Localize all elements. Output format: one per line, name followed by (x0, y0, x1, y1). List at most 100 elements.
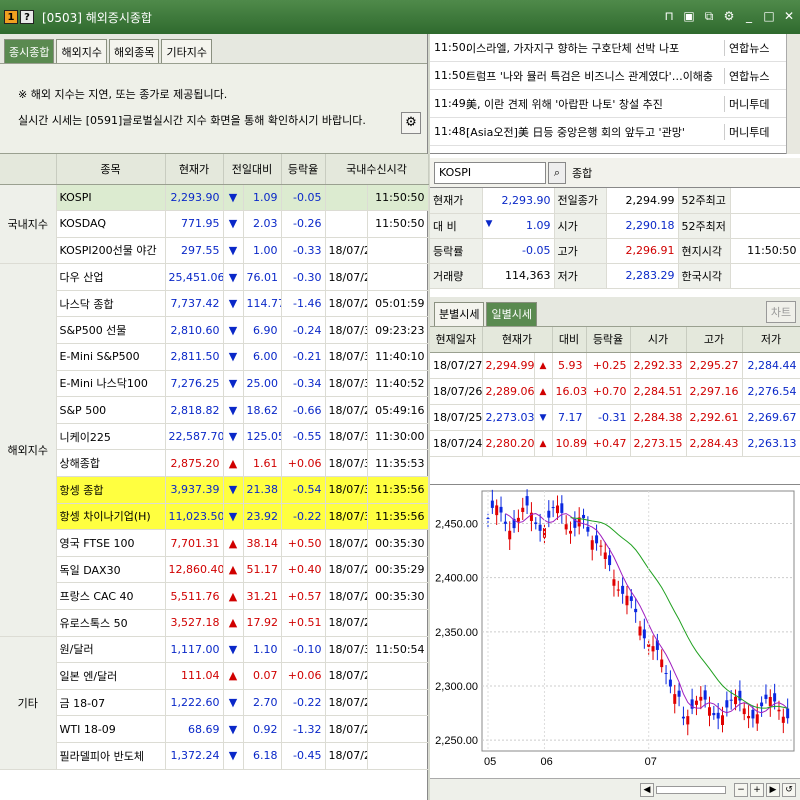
table-row[interactable]: 독일 DAX3012,860.40▲51.17+0.4018/07/2800:3… (0, 556, 429, 584)
index-name: 독일 DAX30 (56, 556, 166, 584)
notice-box: ※ 해외 지수는 지연, 또는 종가로 제공됩니다. 실시간 시세는 [0591… (0, 64, 427, 154)
table-row[interactable]: E-Mini S&P5002,811.50▼6.00-0.2118/07/301… (0, 343, 429, 371)
table-row[interactable]: 기타원/달러1,117.00▼1.10-0.1018/07/3011:50:54 (0, 636, 429, 770)
index-date: 18/07/28 (325, 689, 368, 717)
index-price: 771.95 (165, 210, 224, 238)
chart-toolbar: ◀ − + ▶ ↺ (430, 778, 800, 800)
index-change: 6.00 (243, 343, 282, 371)
col-rate: 등락율 (586, 326, 631, 353)
news-item[interactable]: 11:48: [Asia오전]美 日등 중앙은행 회의 앞두고 '관망' 머니투데 (430, 118, 800, 146)
table-row[interactable]: E-Mini 나스닥1007,276.25▼25.00-0.3418/07/30… (0, 370, 429, 398)
candle-body (707, 707, 711, 716)
table-row[interactable]: 프랑스 CAC 405,511.76▲31.21+0.5718/07/2800:… (0, 582, 429, 610)
table-row[interactable]: 국내지수 KOSPI 2,293.90 ▼ 1.09 -0.05 11:50:50 (0, 184, 429, 265)
scroll-left-icon[interactable]: ◀ (640, 782, 654, 797)
candle-body (595, 535, 599, 544)
maximize-icon[interactable]: □ (762, 9, 776, 24)
row-group-label: 기타 (0, 636, 57, 770)
tab-overview[interactable]: 종시종합 (4, 39, 55, 63)
zoom-in-icon[interactable]: + (750, 782, 764, 797)
table-row[interactable]: KOSDAQ 771.95 ▼ 2.03 -0.26 11:50:50 (0, 210, 429, 238)
table-row[interactable]: 해외지수다우 산업25,451.06▼76.01-0.3018/07/27 (0, 263, 429, 637)
window-number-badge[interactable]: 1 (4, 10, 18, 24)
index-time: 11:35:56 (367, 476, 429, 504)
news-item[interactable]: 11:50: 트럼프 '나와 뮬러 특검은 비즈니스 관계였다'…이해충 연합뉴스 (430, 62, 800, 90)
chart-button[interactable]: 차트 (766, 300, 796, 323)
candle-chart[interactable]: 2,450.00 2,400.00 2,350.00 2,300.00 2,250.00… (430, 484, 800, 800)
news-item[interactable]: 11:49: 美, 이란 견제 위해 '아랍판 나토' 창설 추진 머니투데 (430, 90, 800, 118)
index-time: 11:50:50 (367, 210, 429, 238)
settings-icon[interactable]: ⚙ (401, 112, 421, 134)
col-group (0, 154, 57, 185)
scroll-right-icon[interactable]: ▶ (766, 782, 780, 797)
index-change: 0.92 (243, 715, 282, 743)
candle-body (768, 696, 772, 707)
candle-body (503, 521, 507, 524)
tab-other-index[interactable]: 기타지수 (161, 39, 212, 63)
arrow-down-icon: ▼ (534, 404, 553, 431)
quote-label: 대 비 (430, 213, 483, 239)
table-row[interactable]: 항셍 종합3,937.39▼21.38-0.5418/07/3011:35:56 (0, 476, 429, 504)
copy-icon[interactable]: ⧉ (702, 9, 716, 24)
news-title: 이스라엘, 가자지구 향하는 구호단체 선박 나포 (466, 41, 680, 55)
index-price: 5,511.76 (165, 582, 224, 610)
arrow-up-icon: ▲ (534, 430, 553, 457)
tab-foreign-index[interactable]: 해외지수 (56, 39, 107, 63)
arrow-down-icon: ▼ (223, 263, 244, 291)
index-name: 금 18-07 (56, 689, 166, 717)
tab-foreign-stock[interactable]: 해외종목 (108, 39, 160, 63)
table-row[interactable]: 일본 엔/달러111.04▲0.07+0.0618/07/28 (0, 662, 429, 690)
table-row[interactable]: 금 18-071,222.60▼2.70-0.2218/07/28 (0, 689, 429, 717)
arrow-up-icon: ▲ (223, 662, 244, 690)
candle-body (586, 526, 590, 532)
reset-icon[interactable]: ↺ (782, 782, 796, 797)
daily-rate: +0.70 (586, 378, 631, 405)
index-date: 18/07/28 (325, 396, 368, 424)
save-icon[interactable]: ▣ (682, 9, 696, 24)
daily-row[interactable]: 18/07/24 2,280.20 ▲ 10.89 +0.47 2,273.15 2,284… (430, 430, 800, 457)
index-price: 7,701.31 (165, 529, 224, 557)
table-row[interactable]: 영국 FTSE 1007,701.31▲38.14+0.5018/07/2800… (0, 529, 429, 557)
pin-icon[interactable]: ⊓ (662, 9, 676, 24)
table-row[interactable]: WTI 18-0968.69▼0.92-1.3218/07/28 (0, 715, 429, 743)
candle-body (599, 545, 603, 547)
help-badge[interactable]: ? (20, 10, 34, 24)
index-name: 유로스톡스 50 (56, 609, 166, 637)
news-scrollbar[interactable] (786, 34, 800, 154)
table-row[interactable]: 니케이22522,587.70▼125.05-0.5518/07/3011:30… (0, 423, 429, 451)
daily-row[interactable]: 18/07/25 2,273.03 ▼ 7.17 -0.31 2,284.38 2,292.… (430, 404, 800, 431)
index-price: 25,451.06 (165, 263, 224, 291)
zoom-out-icon[interactable]: − (734, 782, 748, 797)
table-row[interactable]: 항셍 차이나기업(H)11,023.50▼23.92-0.2218/07/301… (0, 503, 429, 531)
table-row[interactable]: 상해종합2,875.20▲1.61+0.0618/07/3011:35:53 (0, 449, 429, 478)
gear-icon[interactable]: ⚙ (722, 9, 736, 24)
tab-daily-quote[interactable]: 일별시세 (486, 301, 537, 326)
index-time (367, 263, 429, 291)
index-date: 18/07/28 (325, 556, 368, 584)
search-icon[interactable]: ⌕ (548, 161, 566, 184)
candle-body (547, 510, 551, 518)
daily-row[interactable]: 18/07/27 2,294.99 ▲ 5.93 +0.25 2,292.33 2,295.… (430, 352, 800, 379)
minimize-icon[interactable]: _ (742, 9, 756, 24)
news-item[interactable]: 11:50: 이스라엘, 가자지구 향하는 구호단체 선박 나포 연합뉴스 (430, 34, 800, 62)
arrow-down-icon: ▼ (223, 715, 244, 743)
table-row[interactable]: S&P 5002,818.82▼18.62-0.6618/07/2805:49:… (0, 396, 429, 424)
col-price: 현재가 (165, 154, 224, 185)
index-date: 18/07/27 (325, 742, 368, 770)
table-row[interactable]: 필라델피아 반도체1,372.24▼6.18-0.4518/07/27 (0, 742, 429, 770)
row-group-label: 해외지수 (0, 263, 57, 637)
table-row[interactable]: 유로스톡스 503,527.18▲17.92+0.5118/07/27 (0, 609, 429, 637)
index-pct: +0.50 (281, 529, 326, 557)
table-row[interactable]: S&P500 선물2,810.60▼6.90-0.2418/07/3009:23… (0, 316, 429, 345)
index-date (325, 184, 368, 212)
close-icon[interactable]: ✕ (782, 9, 796, 24)
table-row[interactable]: KOSPI200선물 야간297.55▼1.00-0.3318/07/27 (0, 237, 429, 265)
daily-row[interactable]: 18/07/26 2,289.06 ▲ 16.03 +0.70 2,284.51 2,297… (430, 378, 800, 405)
arrow-up-icon: ▲ (223, 582, 244, 610)
search-input[interactable]: KOSPI (434, 161, 546, 184)
chart-scroll-slider[interactable] (656, 785, 726, 794)
candle-body (638, 626, 642, 636)
tab-minute-quote[interactable]: 분별시세 (434, 301, 485, 326)
index-date: 18/07/27 (325, 609, 368, 637)
table-row[interactable]: 나스닥 종합7,737.42▼114.77-1.4618/07/2805:01:… (0, 290, 429, 318)
